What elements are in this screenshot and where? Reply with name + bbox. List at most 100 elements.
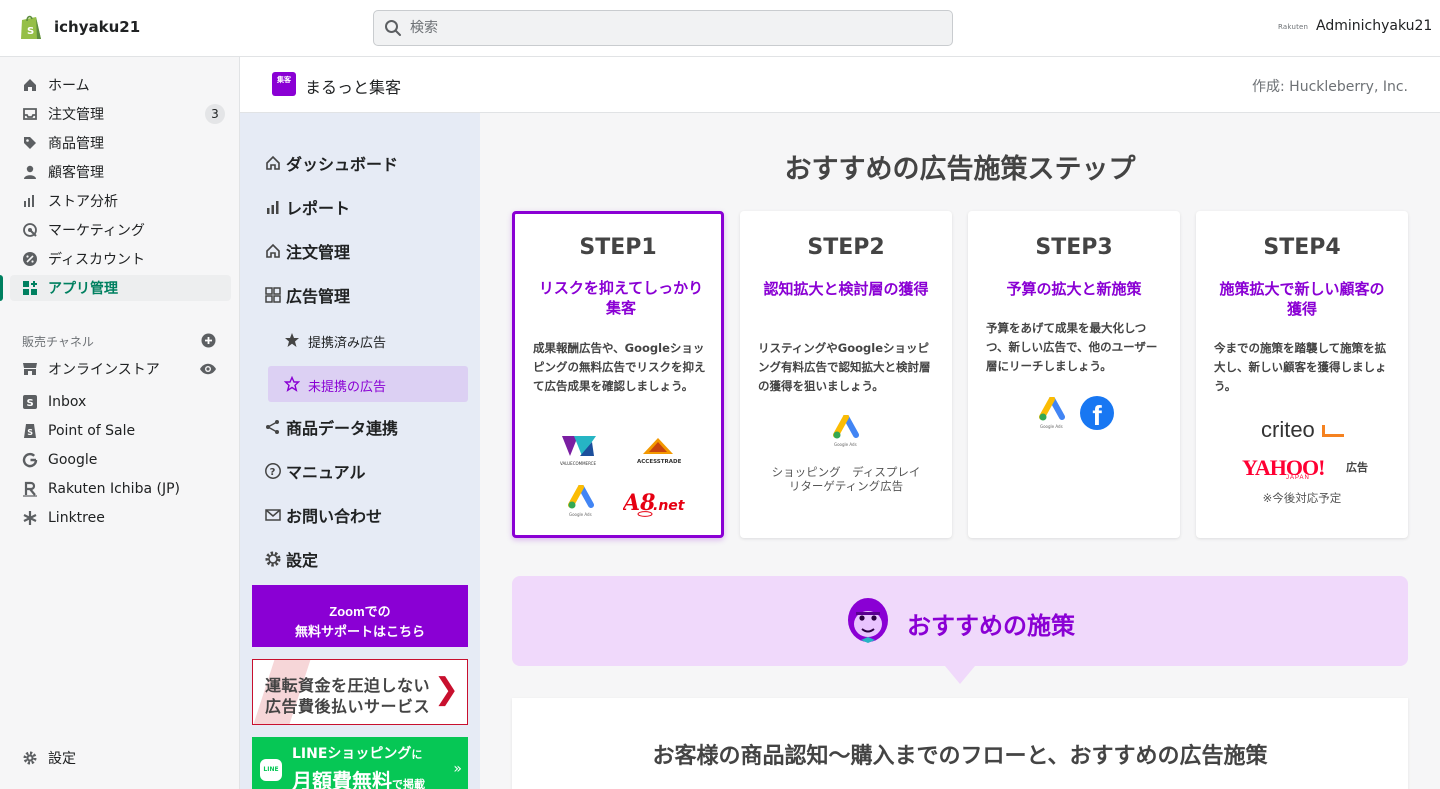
app-menu-ads[interactable]: 広告管理 — [264, 281, 350, 309]
nav-channel-pos[interactable]: S Point of Sale — [10, 418, 231, 444]
admin-account-name[interactable]: Adminichyaku21 — [1316, 18, 1432, 34]
nav-item-settings[interactable]: 設定 — [10, 745, 231, 771]
step-subtitle: 予算の拡大と新施策 — [1006, 280, 1142, 298]
app-submenu-partnered-ads[interactable]: 提携済み広告 — [268, 322, 468, 358]
nav-item-marketing[interactable]: マーケティング — [10, 217, 231, 243]
step-card-4[interactable]: STEP4 施策拡大で新しい顧客の獲得 今までの施策を踏襲して施策を拡大し、新し… — [1196, 211, 1408, 538]
banner2-line2-suffix: で掲載 — [392, 778, 425, 789]
app-title: まるっと集客 — [305, 78, 402, 97]
nav-item-label: 商品管理 — [48, 136, 104, 152]
nav-item-label: Point of Sale — [48, 423, 136, 439]
store-name[interactable]: ichyaku21 — [54, 18, 140, 36]
eye-icon[interactable] — [199, 361, 217, 377]
home-icon — [24, 79, 36, 91]
nav-item-label: Linktree — [48, 510, 105, 526]
accesstrade-logo: ACCESSTRADE — [637, 438, 682, 465]
step-note: ショッピング ディスプレイ リターゲティング広告 — [771, 465, 921, 493]
nav-item-home[interactable]: ホーム — [10, 72, 231, 98]
svg-text:S: S — [27, 428, 33, 437]
google-ads-caption: Google Ads — [569, 512, 592, 517]
app-menu-orders[interactable]: 注文管理 — [264, 237, 350, 265]
nav-channel-online-store[interactable]: オンラインストア — [10, 356, 231, 382]
app-menu-manual[interactable]: ? マニュアル — [264, 457, 366, 485]
nav-item-label: アプリ管理 — [48, 281, 118, 297]
bar-chart-icon — [24, 195, 34, 207]
nav-channel-google[interactable]: Google — [10, 447, 231, 473]
nav-item-orders[interactable]: 注文管理 3 — [10, 101, 231, 127]
linktree-icon — [23, 511, 37, 525]
target-icon — [23, 223, 37, 237]
help-icon: ? — [265, 463, 281, 479]
google-ads-caption: Google Ads — [1040, 424, 1063, 429]
svg-text:.net: .net — [653, 498, 686, 514]
step-title: STEP1 — [579, 235, 657, 260]
app-menu-label: マニュアル — [286, 463, 366, 482]
search-input[interactable] — [410, 11, 940, 45]
nav-channel-linktree[interactable]: Linktree — [10, 505, 231, 531]
criteo-logo: criteo — [1261, 417, 1315, 442]
svg-text:S: S — [27, 398, 34, 409]
active-indicator — [0, 275, 3, 301]
nav-item-label: Rakuten Ichiba (JP) — [48, 481, 180, 497]
search-bar[interactable] — [373, 10, 953, 46]
inbox-icon — [23, 108, 37, 120]
app-menu-report[interactable]: レポート — [264, 193, 350, 221]
step-description: 今までの施策を踏襲して施策を拡大し、新しい顧客を獲得しましょう。 — [1214, 341, 1387, 393]
nav-item-customers[interactable]: 顧客管理 — [10, 159, 231, 185]
nav-item-analytics[interactable]: ストア分析 — [10, 188, 231, 214]
double-chevron-right-icon: » — [453, 761, 462, 777]
nav-item-products[interactable]: 商品管理 — [10, 130, 231, 156]
share-icon — [266, 420, 279, 434]
home-outline-icon — [266, 243, 280, 258]
shopify-logo-icon[interactable]: S — [18, 13, 44, 41]
gear-icon — [23, 751, 37, 765]
step-title: STEP2 — [807, 235, 885, 260]
yahoo-japan-sublogo: JAPAN — [1286, 475, 1310, 481]
svg-text:S: S — [27, 26, 34, 37]
nav-channel-inbox[interactable]: S Inbox — [10, 389, 231, 415]
nav-item-label: ディスカウント — [48, 252, 146, 268]
line-shopping-banner[interactable]: LINE LINEショッピングに 月額費無料で掲載 » — [252, 737, 468, 789]
app-submenu-unpartnered-ads[interactable]: 未提携の広告 — [268, 366, 468, 402]
app-menu-contact[interactable]: お問い合わせ — [264, 501, 382, 529]
banner2-line2: 月額費無料で掲載 — [292, 765, 425, 789]
app-menu-label: レポート — [286, 199, 351, 218]
banner2-line1: LINEショッピングに — [292, 743, 422, 763]
app-menu-label: 商品データ連携 — [286, 419, 399, 438]
deferred-payment-banner[interactable]: 運転資金を圧迫しない 広告費後払いサービス ❯ — [252, 659, 468, 725]
recommendation-banner: おすすめの施策 — [512, 576, 1408, 666]
zoom-support-button[interactable]: Zoomでの 無料サポートはこちら — [252, 585, 468, 647]
add-channel-icon[interactable] — [201, 333, 216, 348]
google-ads-logo-icon: Google Ads — [568, 485, 594, 517]
step-subtitle: リスクを抑えてしっかり集客 — [538, 279, 704, 317]
nav-item-apps[interactable]: アプリ管理 — [10, 275, 231, 301]
app-menu-settings[interactable]: 設定 — [264, 545, 318, 573]
step-card-3[interactable]: STEP3 予算の拡大と新施策 予算をあげて成果を最大化しつつ、新しい広告で、他… — [968, 211, 1180, 538]
nav-item-discounts[interactable]: ディスカウント — [10, 246, 231, 272]
step-card-1[interactable]: STEP1 リスクを抑えてしっかり集客 成果報酬広告や、Googleショッピング… — [512, 211, 724, 538]
orders-count-badge: 3 — [205, 104, 225, 124]
nav-channel-rakuten[interactable]: Rakuten Ichiba (JP) — [10, 476, 231, 502]
zoom-support-line2: 無料サポートはこちら — [294, 623, 425, 639]
app-menu-label: 広告管理 — [286, 287, 351, 306]
app-menu-dashboard[interactable]: ダッシュボード — [264, 149, 398, 177]
google-ads-logo-icon: Google Ads — [833, 415, 859, 447]
step-description: 予算をあげて成果を最大化しつつ、新しい広告で、他のユーザー層にリーチしましょう。 — [986, 321, 1158, 373]
gorilla-mascot-icon — [848, 598, 888, 643]
nav-item-label: Google — [48, 452, 98, 468]
main-content: おすすめの広告施策ステップ STEP1 リスクを抑えてしっかり集客 成果報酬広告… — [480, 113, 1440, 789]
person-icon — [24, 165, 36, 179]
app-menu-label: ダッシュボード — [286, 155, 399, 174]
app-menu-label: お問い合わせ — [286, 507, 383, 526]
step-card-2[interactable]: STEP2 認知拡大と検討層の獲得 リスティングやGoogleショッピング有料広… — [740, 211, 952, 538]
step-description: リスティングやGoogleショッピング有料広告で認知拡大と検討層の獲得を狙いまし… — [758, 341, 931, 393]
app-menu-product-feed[interactable]: 商品データ連携 — [264, 413, 398, 441]
step-note: ※今後対応予定 — [1262, 491, 1342, 505]
step-title: STEP4 — [1263, 235, 1341, 260]
yahoo-ad-label: 広告 — [1346, 461, 1368, 474]
app-sidebar: ダッシュボード レポート 注文管理 広告管理 提携済み広告 未提携の広告 商品デ… — [240, 113, 480, 789]
step-description: 成果報酬広告や、Googleショッピングの無料広告でリスクを抑えて広告成果を確認… — [533, 341, 706, 393]
app-menu-label: 注文管理 — [286, 243, 351, 262]
flow-title: お客様の商品認知〜購入までのフローと、おすすめの広告施策 — [652, 744, 1268, 769]
nav-item-label: Inbox — [48, 394, 87, 410]
